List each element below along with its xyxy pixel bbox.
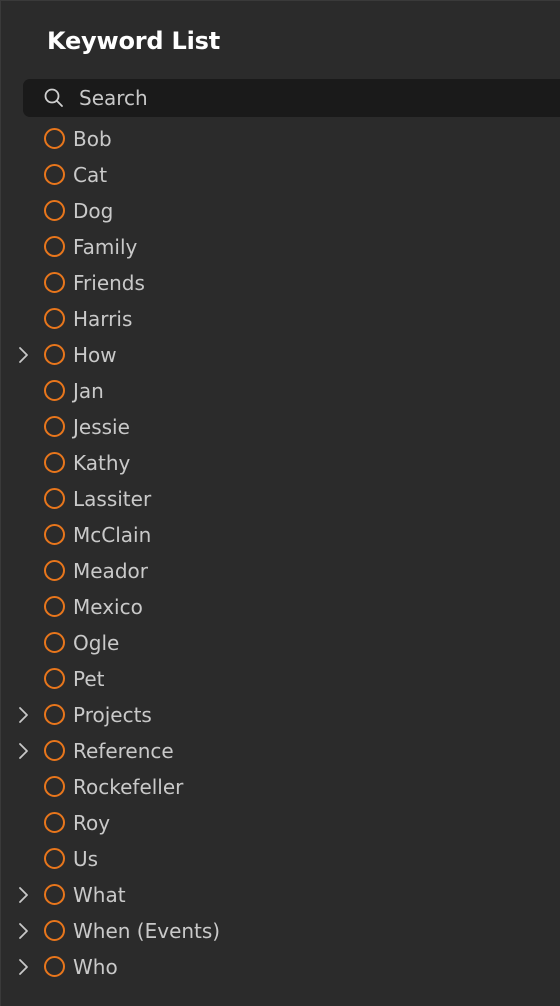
keyword-checkbox-circle[interactable] (44, 596, 65, 617)
keyword-label: Friends (73, 271, 145, 295)
keyword-row[interactable]: Family (1, 229, 560, 265)
keyword-row[interactable]: Jan (1, 373, 560, 409)
keyword-checkbox-circle[interactable] (44, 272, 65, 293)
keyword-row[interactable]: McClain (1, 517, 560, 553)
chevron-right-icon[interactable] (15, 922, 31, 940)
keyword-label: Lassiter (73, 487, 152, 511)
keyword-label: Ogle (73, 631, 120, 655)
keyword-row[interactable]: Roy (1, 805, 560, 841)
keyword-checkbox-circle[interactable] (44, 632, 65, 653)
keyword-label: Roy (73, 811, 111, 835)
keyword-checkbox-circle[interactable] (44, 560, 65, 581)
keyword-row[interactable]: Kathy (1, 445, 560, 481)
keyword-label: What (73, 883, 126, 907)
keyword-row[interactable]: Lassiter (1, 481, 560, 517)
keyword-row[interactable]: Projects (1, 697, 560, 733)
keyword-list: Bob Cat Dog Family Friends Harris How Jan Jessie… (1, 121, 560, 985)
keyword-label: Mexico (73, 595, 143, 619)
keyword-checkbox-circle[interactable] (44, 380, 65, 401)
keyword-row[interactable]: Dog (1, 193, 560, 229)
keyword-label: Us (73, 847, 99, 871)
keyword-checkbox-circle[interactable] (44, 164, 65, 185)
keyword-row[interactable]: Harris (1, 301, 560, 337)
keyword-label: When (Events) (73, 919, 221, 943)
keyword-label: Harris (73, 307, 133, 331)
keyword-row[interactable]: Cat (1, 157, 560, 193)
keyword-checkbox-circle[interactable] (44, 524, 65, 545)
keyword-label: Pet (73, 667, 105, 691)
keyword-checkbox-circle[interactable] (44, 416, 65, 437)
keyword-row[interactable]: How (1, 337, 560, 373)
chevron-right-icon[interactable] (15, 958, 31, 976)
keyword-row[interactable]: What (1, 877, 560, 913)
keyword-row[interactable]: Mexico (1, 589, 560, 625)
keyword-label: Projects (73, 703, 152, 727)
keyword-label: Meador (73, 559, 148, 583)
keyword-label: Jan (73, 379, 104, 403)
keyword-label: Kathy (73, 451, 131, 475)
keyword-checkbox-circle[interactable] (44, 956, 65, 977)
keyword-label: Dog (73, 199, 114, 223)
keyword-checkbox-circle[interactable] (44, 668, 65, 689)
chevron-right-icon[interactable] (15, 886, 31, 904)
keyword-checkbox-circle[interactable] (44, 344, 65, 365)
keyword-checkbox-circle[interactable] (44, 884, 65, 905)
keyword-checkbox-circle[interactable] (44, 488, 65, 509)
keyword-row[interactable]: Reference (1, 733, 560, 769)
chevron-right-icon[interactable] (15, 346, 31, 364)
keyword-checkbox-circle[interactable] (44, 200, 65, 221)
keyword-label: Reference (73, 739, 174, 763)
keyword-checkbox-circle[interactable] (44, 704, 65, 725)
keyword-checkbox-circle[interactable] (44, 128, 65, 149)
keyword-label: Jessie (73, 415, 130, 439)
keyword-row[interactable]: Pet (1, 661, 560, 697)
chevron-right-icon[interactable] (15, 706, 31, 724)
keyword-checkbox-circle[interactable] (44, 848, 65, 869)
keyword-checkbox-circle[interactable] (44, 452, 65, 473)
panel-title: Keyword List (47, 27, 221, 55)
search-field[interactable]: Search (23, 79, 560, 117)
keyword-row[interactable]: Ogle (1, 625, 560, 661)
keyword-label: Rockefeller (73, 775, 184, 799)
keyword-row[interactable]: Us (1, 841, 560, 877)
search-icon (43, 87, 65, 109)
keyword-label: Who (73, 955, 118, 979)
keyword-row[interactable]: Rockefeller (1, 769, 560, 805)
keyword-checkbox-circle[interactable] (44, 920, 65, 941)
keyword-row[interactable]: Jessie (1, 409, 560, 445)
keyword-label: Cat (73, 163, 108, 187)
keyword-label: How (73, 343, 117, 367)
keyword-row[interactable]: When (Events) (1, 913, 560, 949)
keyword-row[interactable]: Friends (1, 265, 560, 301)
keyword-checkbox-circle[interactable] (44, 776, 65, 797)
keyword-row[interactable]: Bob (1, 121, 560, 157)
keyword-checkbox-circle[interactable] (44, 812, 65, 833)
keyword-checkbox-circle[interactable] (44, 308, 65, 329)
keyword-checkbox-circle[interactable] (44, 236, 65, 257)
keyword-row[interactable]: Meador (1, 553, 560, 589)
search-input[interactable]: Search (79, 86, 148, 110)
keyword-label: McClain (73, 523, 152, 547)
keyword-label: Bob (73, 127, 112, 151)
keyword-list-panel: Keyword List Search Bob Cat Dog Family Frien… (0, 0, 560, 1006)
keyword-checkbox-circle[interactable] (44, 740, 65, 761)
keyword-row[interactable]: Who (1, 949, 560, 985)
chevron-right-icon[interactable] (15, 742, 31, 760)
keyword-label: Family (73, 235, 138, 259)
